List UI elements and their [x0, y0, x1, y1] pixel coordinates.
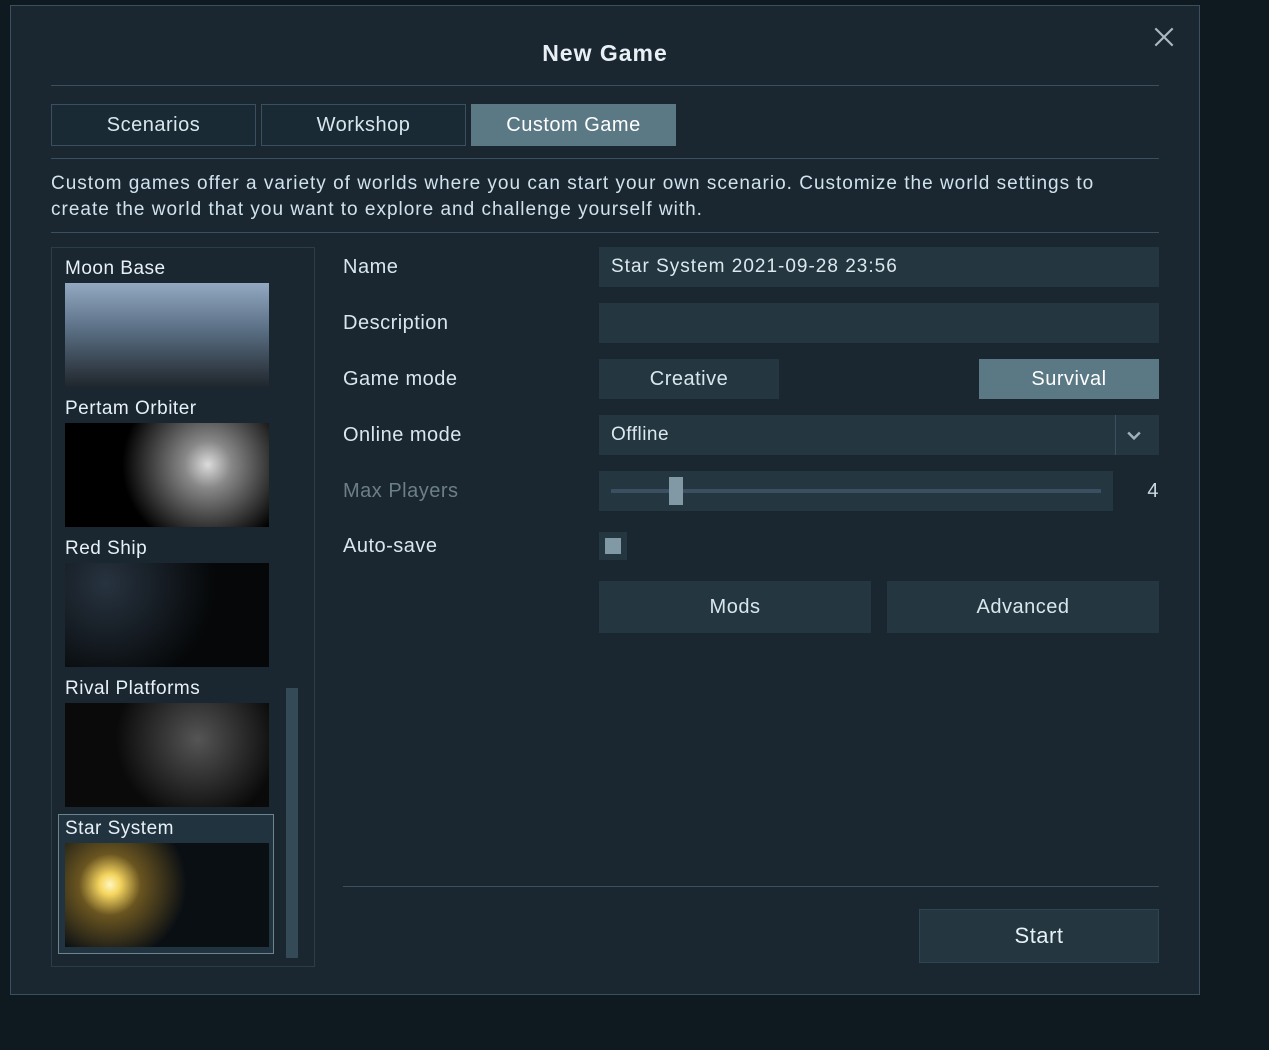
max-players-slider[interactable]: [599, 471, 1113, 511]
slider-knob[interactable]: [669, 477, 683, 505]
online-mode-select[interactable]: Offline: [599, 415, 1159, 455]
name-label: Name: [343, 256, 599, 279]
game-mode-label: Game mode: [343, 368, 599, 391]
auto-save-label: Auto-save: [343, 535, 599, 558]
world-item-label: Pertam Orbiter: [65, 398, 267, 423]
divider: [51, 85, 1159, 86]
tab-scenarios[interactable]: Scenarios: [51, 104, 256, 146]
divider: [51, 158, 1159, 159]
slider-track: [611, 489, 1101, 493]
world-item-thumbnail: [65, 423, 269, 527]
world-item-thumbnail: [65, 843, 269, 947]
world-item-pertam-orbiter[interactable]: Pertam Orbiter: [58, 394, 274, 534]
world-list: Moon Base Pertam Orbiter Red Ship Rival …: [51, 247, 315, 967]
divider: [51, 232, 1159, 233]
tabs: Scenarios Workshop Custom Game: [51, 104, 1159, 146]
world-item-thumbnail: [65, 563, 269, 667]
close-icon: [1151, 24, 1177, 50]
world-list-viewport: Moon Base Pertam Orbiter Red Ship Rival …: [52, 248, 280, 966]
tab-custom-game[interactable]: Custom Game: [471, 104, 676, 146]
creative-button[interactable]: Creative: [599, 359, 779, 399]
world-item-moon-base[interactable]: Moon Base: [58, 254, 274, 394]
world-item-label: Rival Platforms: [65, 678, 267, 703]
world-item-label: Red Ship: [65, 538, 267, 563]
auto-save-checkbox[interactable]: [599, 532, 627, 560]
close-button[interactable]: [1151, 24, 1177, 50]
world-item-red-ship[interactable]: Red Ship: [58, 534, 274, 674]
chevron-down-icon: [1115, 415, 1151, 455]
description-label: Description: [343, 312, 599, 335]
scrollbar-thumb[interactable]: [286, 688, 298, 958]
world-item-label: Moon Base: [65, 258, 267, 283]
content-area: Moon Base Pertam Orbiter Red Ship Rival …: [51, 247, 1159, 967]
divider: [343, 886, 1159, 887]
description-input[interactable]: [599, 303, 1159, 343]
checkmark-icon: [605, 538, 621, 554]
online-mode-label: Online mode: [343, 424, 599, 447]
scrollbar[interactable]: [280, 248, 304, 966]
max-players-value: 4: [1123, 480, 1159, 503]
world-item-label: Star System: [65, 818, 267, 843]
survival-button[interactable]: Survival: [979, 359, 1159, 399]
dialog-title: New Game: [51, 26, 1159, 85]
advanced-button[interactable]: Advanced: [887, 581, 1159, 633]
new-game-dialog: New Game Scenarios Workshop Custom Game …: [10, 5, 1200, 995]
world-item-thumbnail: [65, 283, 269, 387]
start-button[interactable]: Start: [919, 909, 1159, 963]
name-input[interactable]: [599, 247, 1159, 287]
tab-workshop[interactable]: Workshop: [261, 104, 466, 146]
settings-form: Name Description Game mode Creative Surv…: [343, 247, 1159, 967]
max-players-label: Max Players: [343, 480, 599, 503]
online-mode-value: Offline: [611, 424, 669, 446]
world-item-rival-platforms[interactable]: Rival Platforms: [58, 674, 274, 814]
tab-description: Custom games offer a variety of worlds w…: [51, 171, 1159, 222]
mods-button[interactable]: Mods: [599, 581, 871, 633]
world-item-thumbnail: [65, 703, 269, 807]
world-item-star-system[interactable]: Star System: [58, 814, 274, 954]
